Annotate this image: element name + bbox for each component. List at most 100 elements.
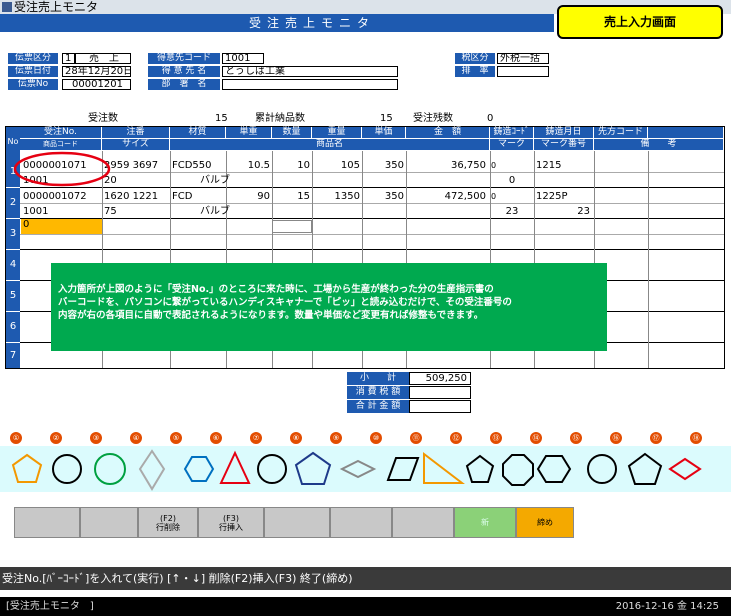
fkey-blank-button[interactable] (330, 507, 392, 538)
callout-line: 入力箇所が上図のように「受注No.」のところに来た時に、工場から生産が終わった分… (58, 284, 494, 295)
denpyo-date-input[interactable]: 28年12月20日 (62, 66, 131, 77)
cell-tanju[interactable]: 90 (226, 191, 270, 202)
customer-name-input[interactable]: とうしば工業 (222, 66, 398, 77)
cell-mark[interactable]: 23 (490, 206, 534, 217)
grid-line (20, 218, 724, 219)
header-blank (648, 127, 724, 138)
cell-tanka[interactable]: 350 (362, 191, 404, 202)
shape-number: ⑪ (410, 432, 422, 444)
header-chuban: 注番 (102, 127, 170, 138)
juchu-label: 受注数 (88, 113, 118, 124)
cell-kingaku[interactable]: 36,750 (406, 160, 486, 171)
diamond-shape (668, 457, 702, 481)
cell-chuzo-date[interactable]: 1215 (536, 160, 561, 171)
taskbar-app-name[interactable]: [受注売上モニタ ] (6, 597, 94, 616)
cell-chuzo-code[interactable]: 0 (491, 160, 496, 171)
cell-shohin-mei[interactable]: バルブ (200, 206, 230, 217)
new-button[interactable]: 新 (454, 507, 516, 538)
cell-zaishitsu[interactable]: FCD550 (172, 160, 212, 171)
tax-rate-input[interactable] (497, 66, 549, 77)
cell-suryo[interactable]: 15 (272, 191, 310, 202)
row-number: 2 (6, 188, 20, 218)
total-label: 合 計 金 額 (347, 400, 409, 413)
tax-label: 消 費 税 額 (347, 386, 409, 399)
subtotal-value: 509,250 (409, 372, 471, 385)
shape-number: ③ (90, 432, 102, 444)
total-value (409, 400, 471, 413)
header-juchu-no: 受注No. (20, 127, 102, 138)
cell-shohin-mei[interactable]: バルブ (200, 175, 230, 186)
grid-line (20, 203, 724, 204)
cell-tanju[interactable]: 10.5 (226, 160, 270, 171)
fkey-blank-button[interactable] (392, 507, 454, 538)
header-biko: 備 考 (594, 139, 724, 150)
insert-row-button[interactable]: (F3) 行挿入 (198, 507, 264, 538)
cell-chuzo-code[interactable]: 0 (491, 191, 496, 202)
denpyo-no-input[interactable]: 00001201 (62, 79, 131, 90)
cell-chuban[interactable]: 1620 1221 (104, 191, 158, 202)
diamond-shape (339, 459, 377, 479)
circle-shape (257, 454, 287, 484)
circle-shape (52, 454, 82, 484)
fkey-blank-button[interactable] (80, 507, 138, 538)
close-button[interactable]: 締め (516, 507, 574, 538)
customer-name-label: 得 意 先 名 (148, 66, 220, 77)
active-juchu-no-input[interactable]: 0 (21, 219, 102, 234)
tax-rate-label: 排 率 (455, 66, 495, 77)
dept-label: 部 署 名 (148, 79, 220, 90)
cell-tanka[interactable]: 350 (362, 160, 404, 171)
cell-mark[interactable]: 0 (490, 175, 534, 186)
pentagon-shape (627, 452, 663, 485)
header-juryo: 重量 (312, 127, 362, 138)
juchu-value: 15 (215, 113, 228, 124)
nouhin-value: 15 (380, 113, 393, 124)
cell-kingaku[interactable]: 472,500 (406, 191, 486, 202)
header-kingaku: 金 額 (406, 127, 490, 138)
pentagon-shape (11, 453, 43, 483)
cell-chuzo-date[interactable]: 1225P (536, 191, 567, 202)
delete-row-button[interactable]: (F2) 行削除 (138, 507, 198, 538)
denpyo-date-label: 伝票日付 (8, 66, 58, 77)
shape-number: ⑥ (210, 432, 222, 444)
cell-juchu-no[interactable]: 0000001072 (23, 191, 87, 202)
dept-input[interactable] (222, 79, 398, 90)
screen-title: 受注売上モニタ (248, 16, 375, 30)
cell-shohin-code[interactable]: 1001 (23, 206, 48, 217)
cell-suryo[interactable]: 10 (272, 160, 310, 171)
status-message: 受注No.[ﾊﾞｰｺｰﾄﾞ]を入れて(実行) [↑・↓] 削除(F2)挿入(F3… (0, 567, 731, 590)
shape-number: ⑭ (530, 432, 542, 444)
cell-chuban[interactable]: 2959 3697 (104, 160, 158, 171)
shape-number: ⑫ (450, 432, 462, 444)
cell-juryo[interactable]: 1350 (312, 191, 360, 202)
right-triangle-shape (423, 451, 465, 484)
header-mark: マーク (490, 139, 534, 150)
pentagon-shape (294, 451, 332, 485)
hexagon-shape (536, 455, 572, 483)
octagon-shape (502, 454, 534, 486)
window-title: 受注売上モニタ (14, 0, 99, 14)
highlight-ellipse (13, 151, 111, 187)
cell-size[interactable]: 75 (104, 206, 117, 217)
denpyo-kubun-code-input[interactable]: 1 (62, 53, 75, 64)
cell-mark-no[interactable]: 23 (534, 206, 590, 217)
fkey-f1-button[interactable] (14, 507, 80, 538)
circle-shape (587, 454, 617, 484)
header-chuzo-code: 鋳造ｺｰﾄﾞ (490, 127, 534, 138)
callout-line: バーコードを、パソコンに繋がっているハンディスキャナーで「ピッ」と読み込むだけで… (58, 297, 512, 308)
shape-number: ⑨ (330, 432, 342, 444)
cell-zaishitsu[interactable]: FCD (172, 191, 192, 202)
parallelogram-shape (386, 457, 420, 481)
tax-kubun-label: 税区分 (455, 53, 495, 64)
zan-label: 受注残数 (413, 113, 453, 124)
cell-suryo-input[interactable] (272, 220, 312, 233)
tax-kubun-input[interactable]: 外税一括 (497, 53, 549, 64)
grid-divider (648, 151, 649, 368)
shape-number: ⑯ (610, 432, 622, 444)
callout-line: 内容が右の各項目に自動で表記されるようになります。数量や単価など変更有れば修整も… (58, 310, 484, 321)
denpyo-kubun-value[interactable]: 売 上 (75, 53, 131, 64)
cell-juryo[interactable]: 105 (312, 160, 360, 171)
grid-line (20, 234, 724, 235)
customer-code-label: 得意先コード (148, 53, 220, 64)
fkey-blank-button[interactable] (264, 507, 330, 538)
customer-code-input[interactable]: 1001 (222, 53, 264, 64)
